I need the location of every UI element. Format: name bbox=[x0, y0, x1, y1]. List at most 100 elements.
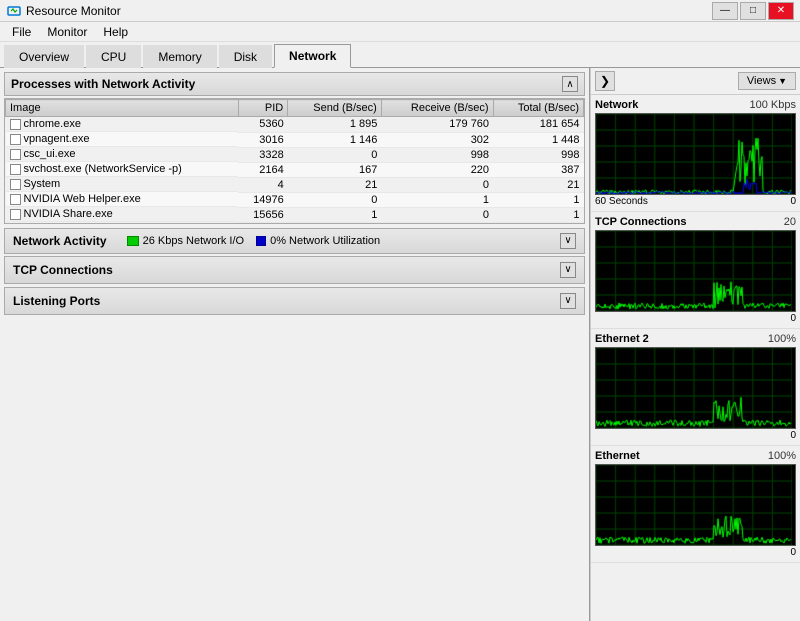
process-table: Image PID Send (B/sec) Receive (B/sec) T… bbox=[5, 99, 584, 223]
chart-header-3: Ethernet 100% bbox=[595, 450, 796, 462]
tab-cpu[interactable]: CPU bbox=[86, 45, 141, 68]
processes-toggle[interactable]: ∧ bbox=[562, 76, 578, 92]
chart-footer-2: 0 bbox=[595, 430, 796, 441]
chart-canvas-0 bbox=[596, 114, 792, 194]
process-receive: 179 760 bbox=[381, 117, 493, 133]
table-row[interactable]: svchost.exe (NetworkService -p) 2164 167… bbox=[6, 162, 584, 177]
network-activity-label: Network Activity bbox=[13, 234, 107, 248]
col-receive[interactable]: Receive (B/sec) bbox=[381, 100, 493, 117]
process-pid: 3328 bbox=[238, 147, 288, 162]
menu-help[interactable]: Help bbox=[95, 23, 136, 41]
process-send: 167 bbox=[288, 162, 382, 177]
table-row[interactable]: System 4 21 0 21 bbox=[6, 177, 584, 192]
process-checkbox[interactable] bbox=[10, 164, 21, 175]
left-panel: Processes with Network Activity ∧ Image … bbox=[0, 68, 590, 621]
menu-file[interactable]: File bbox=[4, 23, 39, 41]
process-total: 181 654 bbox=[493, 117, 583, 133]
chart-footer-1: 0 bbox=[595, 313, 796, 324]
process-total: 1 448 bbox=[493, 132, 583, 147]
network-activity-toggle[interactable]: ∨ bbox=[560, 233, 576, 249]
chart-label-1: TCP Connections bbox=[595, 216, 686, 228]
listening-section-header[interactable]: Listening Ports ∨ bbox=[4, 287, 585, 315]
chart-value-3: 100% bbox=[768, 450, 796, 462]
chart-value-2: 100% bbox=[768, 333, 796, 345]
tab-disk[interactable]: Disk bbox=[219, 45, 272, 68]
listening-toggle[interactable]: ∨ bbox=[560, 293, 576, 309]
process-name: NVIDIA Share.exe bbox=[24, 208, 113, 220]
process-receive: 1 bbox=[381, 192, 493, 207]
process-pid: 5360 bbox=[238, 117, 288, 133]
process-receive: 998 bbox=[381, 147, 493, 162]
col-send[interactable]: Send (B/sec) bbox=[288, 100, 382, 117]
chart-canvas-container-1 bbox=[595, 230, 796, 312]
process-pid: 4 bbox=[238, 177, 288, 192]
process-image: chrome.exe bbox=[6, 117, 239, 132]
minimize-button[interactable]: — bbox=[712, 2, 738, 20]
process-name: svchost.exe (NetworkService -p) bbox=[24, 163, 182, 175]
chart-section-0: Network 100 Kbps 60 Seconds 0 bbox=[591, 95, 800, 212]
green-indicator-icon bbox=[127, 236, 139, 246]
col-total[interactable]: Total (B/sec) bbox=[493, 100, 583, 117]
table-row[interactable]: chrome.exe 5360 1 895 179 760 181 654 bbox=[6, 117, 584, 133]
process-name: chrome.exe bbox=[24, 118, 81, 130]
tab-memory[interactable]: Memory bbox=[143, 45, 216, 68]
tcp-toggle[interactable]: ∨ bbox=[560, 262, 576, 278]
chart-header-1: TCP Connections 20 bbox=[595, 216, 796, 228]
process-receive: 302 bbox=[381, 132, 493, 147]
process-table-container: Image PID Send (B/sec) Receive (B/sec) T… bbox=[4, 98, 585, 224]
table-row[interactable]: NVIDIA Web Helper.exe 14976 0 1 1 bbox=[6, 192, 584, 207]
titlebar: Resource Monitor — □ ✕ bbox=[0, 0, 800, 22]
process-send: 1 bbox=[288, 207, 382, 222]
maximize-button[interactable]: □ bbox=[740, 2, 766, 20]
process-name: csc_ui.exe bbox=[24, 148, 76, 160]
right-panel-header: ❯ Views ▼ bbox=[591, 68, 800, 95]
process-total: 1 bbox=[493, 192, 583, 207]
process-image: csc_ui.exe bbox=[6, 147, 239, 162]
charts-container: Network 100 Kbps 60 Seconds 0 TCP Connect… bbox=[591, 95, 800, 563]
tcp-section-header[interactable]: TCP Connections ∨ bbox=[4, 256, 585, 284]
process-checkbox[interactable] bbox=[10, 209, 21, 220]
chart-header-2: Ethernet 2 100% bbox=[595, 333, 796, 345]
chart-canvas-1 bbox=[596, 231, 792, 311]
process-checkbox[interactable] bbox=[10, 119, 21, 130]
titlebar-text: Resource Monitor bbox=[26, 4, 712, 18]
chart-value-0: 100 Kbps bbox=[750, 99, 796, 111]
table-row[interactable]: csc_ui.exe 3328 0 998 998 bbox=[6, 147, 584, 162]
process-receive: 0 bbox=[381, 177, 493, 192]
chart-label-2: Ethernet 2 bbox=[595, 333, 649, 345]
col-image[interactable]: Image bbox=[6, 100, 239, 117]
table-row[interactable]: NVIDIA Share.exe 15656 1 0 1 bbox=[6, 207, 584, 222]
process-checkbox[interactable] bbox=[10, 149, 21, 160]
main-content: Processes with Network Activity ∧ Image … bbox=[0, 68, 800, 621]
listening-title: Listening Ports bbox=[13, 294, 100, 308]
blue-indicator-icon bbox=[256, 236, 266, 246]
views-label: Views bbox=[747, 75, 776, 87]
views-button[interactable]: Views ▼ bbox=[738, 72, 796, 90]
process-image: svchost.exe (NetworkService -p) bbox=[6, 162, 239, 177]
tab-network[interactable]: Network bbox=[274, 44, 351, 68]
process-checkbox[interactable] bbox=[10, 194, 21, 205]
chart-header-0: Network 100 Kbps bbox=[595, 99, 796, 111]
process-total: 21 bbox=[493, 177, 583, 192]
processes-section-header[interactable]: Processes with Network Activity ∧ bbox=[4, 72, 585, 96]
chart-min-val: 0 bbox=[790, 196, 796, 207]
expand-button[interactable]: ❯ bbox=[595, 71, 615, 91]
close-button[interactable]: ✕ bbox=[768, 2, 794, 20]
tab-overview[interactable]: Overview bbox=[4, 45, 84, 68]
chart-min-val-right: 0 bbox=[790, 430, 796, 441]
table-row[interactable]: vpnagent.exe 3016 1 146 302 1 448 bbox=[6, 132, 584, 147]
process-checkbox[interactable] bbox=[10, 134, 21, 145]
chart-time-label: 60 Seconds bbox=[595, 196, 648, 207]
chart-footer-0: 60 Seconds 0 bbox=[595, 196, 796, 207]
chart-section-1: TCP Connections 20 0 bbox=[591, 212, 800, 329]
tcp-title: TCP Connections bbox=[13, 263, 113, 277]
process-receive: 220 bbox=[381, 162, 493, 177]
chart-canvas-3 bbox=[596, 465, 792, 545]
process-total: 998 bbox=[493, 147, 583, 162]
process-send: 1 895 bbox=[288, 117, 382, 133]
menu-monitor[interactable]: Monitor bbox=[39, 23, 95, 41]
col-pid[interactable]: PID bbox=[238, 100, 288, 117]
process-total: 387 bbox=[493, 162, 583, 177]
process-image: NVIDIA Web Helper.exe bbox=[6, 192, 239, 207]
process-checkbox[interactable] bbox=[10, 179, 21, 190]
